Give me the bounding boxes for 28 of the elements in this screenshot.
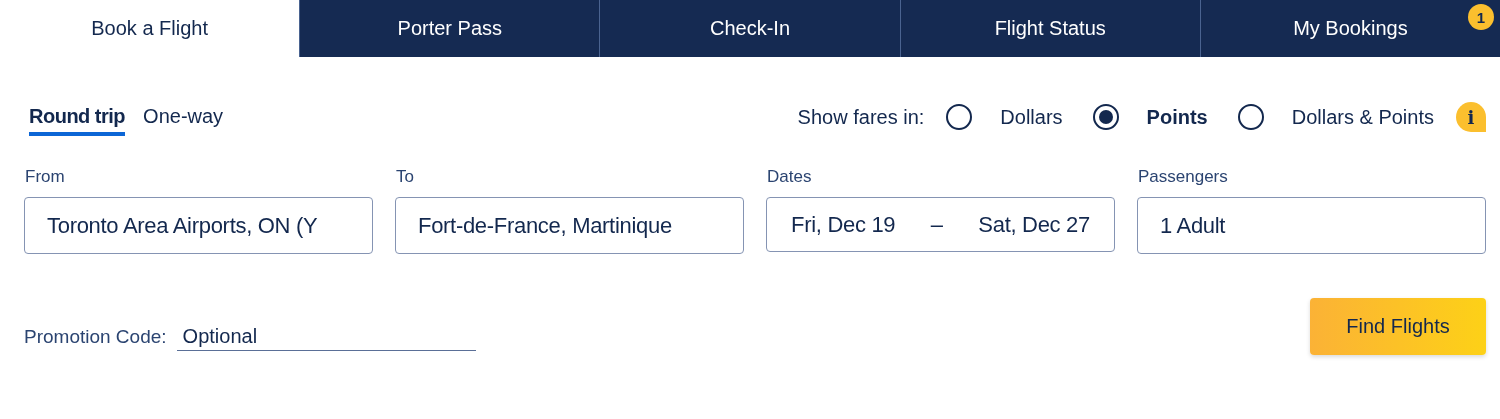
find-flights-button[interactable]: Find Flights [1310, 298, 1486, 355]
input-field[interactable]: Toronto Area Airports, ON (Y [24, 197, 373, 254]
date-separator: – [930, 211, 943, 238]
tab[interactable]: Flight Status [899, 0, 1200, 57]
tab[interactable]: My Bookings 1 [1199, 0, 1500, 57]
radio-button[interactable] [946, 104, 973, 130]
info-icon[interactable]: i [1456, 102, 1486, 132]
field-label: Dates [766, 167, 813, 187]
promo-label: Promotion Code: [24, 325, 167, 348]
date-range-field[interactable]: Fri, Dec 19 – Sat, Dec 27 [766, 197, 1115, 252]
field-label: From [24, 167, 66, 187]
radio-button[interactable] [1237, 104, 1264, 130]
fares-label: Show fares in: [797, 105, 925, 129]
field-label: To [395, 167, 415, 187]
input-field[interactable]: Fort-de-France, Martinique [395, 197, 744, 254]
input-field[interactable]: 1 Adult [1137, 197, 1486, 254]
radio-button[interactable] [1092, 104, 1119, 130]
radio-label[interactable]: Dollars [1000, 105, 1063, 129]
radio-label[interactable]: Points [1146, 105, 1208, 129]
start-date: Fri, Dec 19 [791, 211, 896, 238]
tab[interactable]: Check-In [599, 0, 900, 57]
radio-label[interactable]: Dollars & Points [1291, 105, 1434, 129]
field-label: Passengers [1137, 167, 1229, 187]
trip-type-tab[interactable]: Round trip [29, 104, 126, 136]
notification-badge: 1 [1468, 4, 1494, 30]
trip-type-tab[interactable]: One-way [143, 104, 224, 136]
tab[interactable]: Porter Pass [299, 0, 600, 57]
end-date: Sat, Dec 27 [978, 211, 1090, 238]
